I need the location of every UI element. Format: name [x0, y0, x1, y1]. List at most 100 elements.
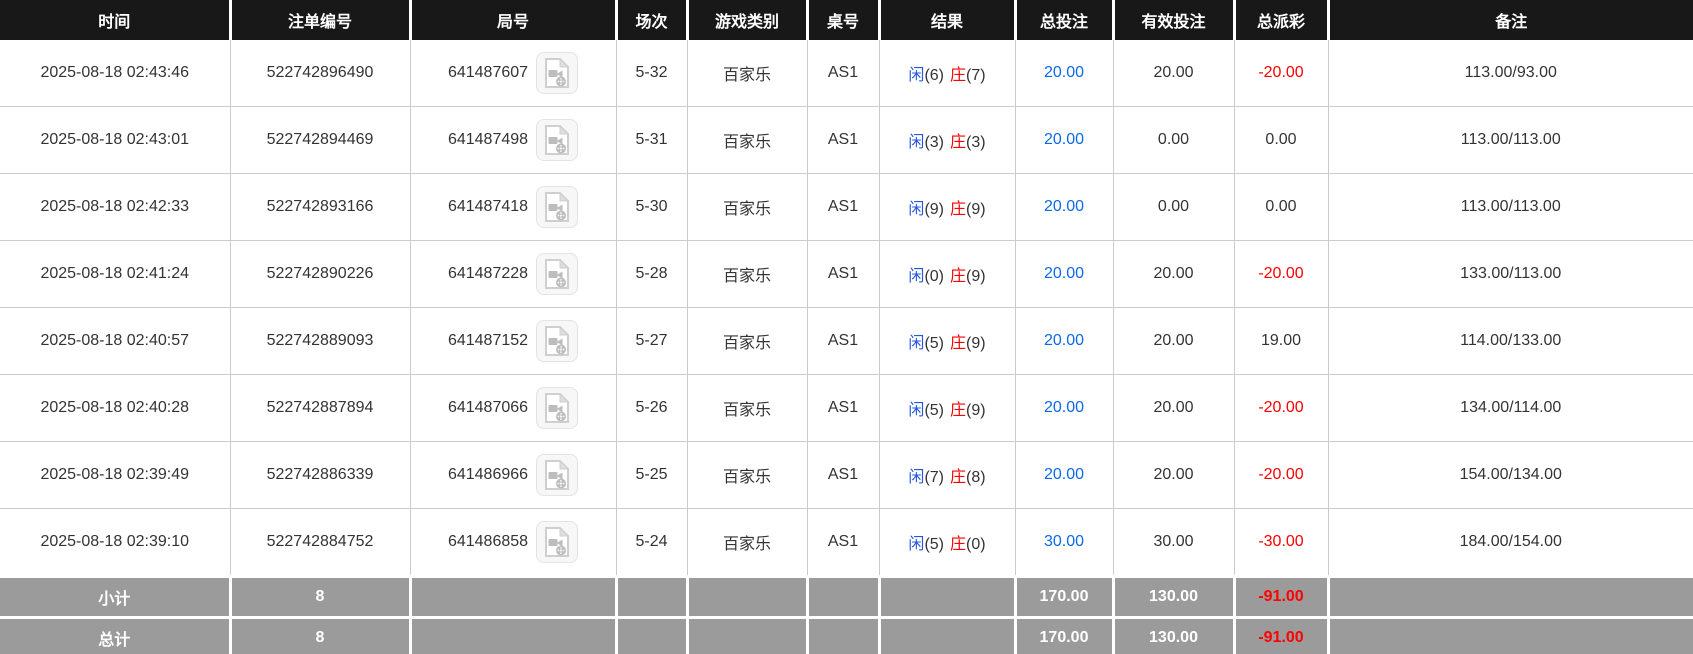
video-replay-button[interactable] [536, 320, 578, 362]
video-file-icon [544, 259, 570, 289]
empty-cell [1328, 618, 1693, 654]
cell-time: 2025-08-18 02:41:24 [0, 241, 230, 308]
cell-result: 闲(5)庄(9) [879, 375, 1015, 442]
table-row: 2025-08-18 02:39:49 522742886339 6414869… [0, 442, 1693, 509]
cell-result: 闲(7)庄(8) [879, 442, 1015, 509]
subtotal-total-bet: 170.00 [1015, 577, 1113, 618]
cell-valid-bet: 20.00 [1113, 308, 1234, 375]
empty-cell [879, 618, 1015, 654]
player-score: (3) [924, 134, 944, 151]
cell-session: 5-32 [616, 40, 687, 107]
cell-table-no: AS1 [807, 509, 879, 577]
player-label: 闲 [908, 268, 924, 285]
video-replay-button[interactable] [536, 454, 578, 496]
cell-session: 5-27 [616, 308, 687, 375]
cell-session: 5-31 [616, 107, 687, 174]
cell-session: 5-28 [616, 241, 687, 308]
cell-bet-id: 522742887894 [230, 375, 410, 442]
cell-valid-bet: 20.00 [1113, 375, 1234, 442]
empty-cell [410, 577, 616, 618]
cell-table-no: AS1 [807, 241, 879, 308]
cell-time: 2025-08-18 02:39:49 [0, 442, 230, 509]
grand-total-label: 总计 [0, 618, 230, 654]
banker-score: (3) [966, 134, 986, 151]
cell-round-id: 641487498 [410, 107, 616, 174]
cell-result: 闲(6)庄(7) [879, 40, 1015, 107]
cell-bet-id: 522742890226 [230, 241, 410, 308]
player-score: (5) [924, 536, 944, 553]
empty-cell [1328, 577, 1693, 618]
player-score: (9) [924, 201, 944, 218]
column-header-remark: 备注 [1328, 0, 1693, 40]
round-id-text: 641487066 [448, 399, 528, 417]
banker-label: 庄 [950, 469, 966, 486]
cell-total-payout: 0.00 [1234, 174, 1328, 241]
video-replay-button[interactable] [536, 387, 578, 429]
video-replay-button[interactable] [536, 186, 578, 228]
cell-total-payout: -20.00 [1234, 40, 1328, 107]
cell-time: 2025-08-18 02:42:33 [0, 174, 230, 241]
column-header-valid-bet: 有效投注 [1113, 0, 1234, 40]
cell-valid-bet: 20.00 [1113, 241, 1234, 308]
subtotal-label: 小计 [0, 577, 230, 618]
bet-history-page: 时间 注单编号 局号 场次 游戏类别 桌号 结果 总投注 有效投注 总派彩 备注… [0, 0, 1693, 654]
cell-bet-id: 522742894469 [230, 107, 410, 174]
cell-time: 2025-08-18 02:40:57 [0, 308, 230, 375]
cell-total-bet: 20.00 [1015, 308, 1113, 375]
cell-round-id: 641487607 [410, 40, 616, 107]
cell-game-type: 百家乐 [687, 174, 807, 241]
cell-game-type: 百家乐 [687, 107, 807, 174]
column-header-table-no: 桌号 [807, 0, 879, 40]
cell-game-type: 百家乐 [687, 40, 807, 107]
empty-cell [687, 618, 807, 654]
cell-table-no: AS1 [807, 308, 879, 375]
banker-label: 庄 [950, 536, 966, 553]
player-label: 闲 [908, 335, 924, 352]
cell-valid-bet: 0.00 [1113, 174, 1234, 241]
empty-cell [807, 577, 879, 618]
video-file-icon [544, 460, 570, 490]
video-file-icon [544, 393, 570, 423]
cell-game-type: 百家乐 [687, 442, 807, 509]
column-header-result: 结果 [879, 0, 1015, 40]
video-file-icon [544, 527, 570, 557]
cell-session: 5-25 [616, 442, 687, 509]
player-score: (5) [924, 402, 944, 419]
cell-result: 闲(5)庄(0) [879, 509, 1015, 577]
cell-total-payout: -20.00 [1234, 442, 1328, 509]
cell-remark: 184.00/154.00 [1328, 509, 1693, 577]
cell-total-payout: -20.00 [1234, 375, 1328, 442]
bet-history-table: 时间 注单编号 局号 场次 游戏类别 桌号 结果 总投注 有效投注 总派彩 备注… [0, 0, 1693, 654]
cell-session: 5-24 [616, 509, 687, 577]
player-label: 闲 [908, 402, 924, 419]
cell-total-payout: -30.00 [1234, 509, 1328, 577]
video-replay-button[interactable] [536, 52, 578, 94]
cell-time: 2025-08-18 02:43:01 [0, 107, 230, 174]
player-score: (6) [924, 67, 944, 84]
round-id-text: 641486858 [448, 533, 528, 551]
cell-remark: 113.00/113.00 [1328, 107, 1693, 174]
cell-time: 2025-08-18 02:43:46 [0, 40, 230, 107]
cell-valid-bet: 20.00 [1113, 442, 1234, 509]
cell-bet-id: 522742893166 [230, 174, 410, 241]
video-replay-button[interactable] [536, 119, 578, 161]
cell-bet-id: 522742896490 [230, 40, 410, 107]
player-score: (0) [924, 268, 944, 285]
video-replay-button[interactable] [536, 253, 578, 295]
column-header-session: 场次 [616, 0, 687, 40]
subtotal-valid-bet: 130.00 [1113, 577, 1234, 618]
cell-result: 闲(3)庄(3) [879, 107, 1015, 174]
column-header-bet-id: 注单编号 [230, 0, 410, 40]
grand-total-valid-bet: 130.00 [1113, 618, 1234, 654]
cell-session: 5-26 [616, 375, 687, 442]
video-replay-button[interactable] [536, 521, 578, 563]
grand-total-total-bet: 170.00 [1015, 618, 1113, 654]
cell-total-payout: 19.00 [1234, 308, 1328, 375]
table-row: 2025-08-18 02:41:24 522742890226 6414872… [0, 241, 1693, 308]
video-file-icon [544, 326, 570, 356]
cell-game-type: 百家乐 [687, 375, 807, 442]
cell-total-bet: 20.00 [1015, 174, 1113, 241]
column-header-time: 时间 [0, 0, 230, 40]
table-row: 2025-08-18 02:43:46 522742896490 6414876… [0, 40, 1693, 107]
cell-total-bet: 20.00 [1015, 107, 1113, 174]
